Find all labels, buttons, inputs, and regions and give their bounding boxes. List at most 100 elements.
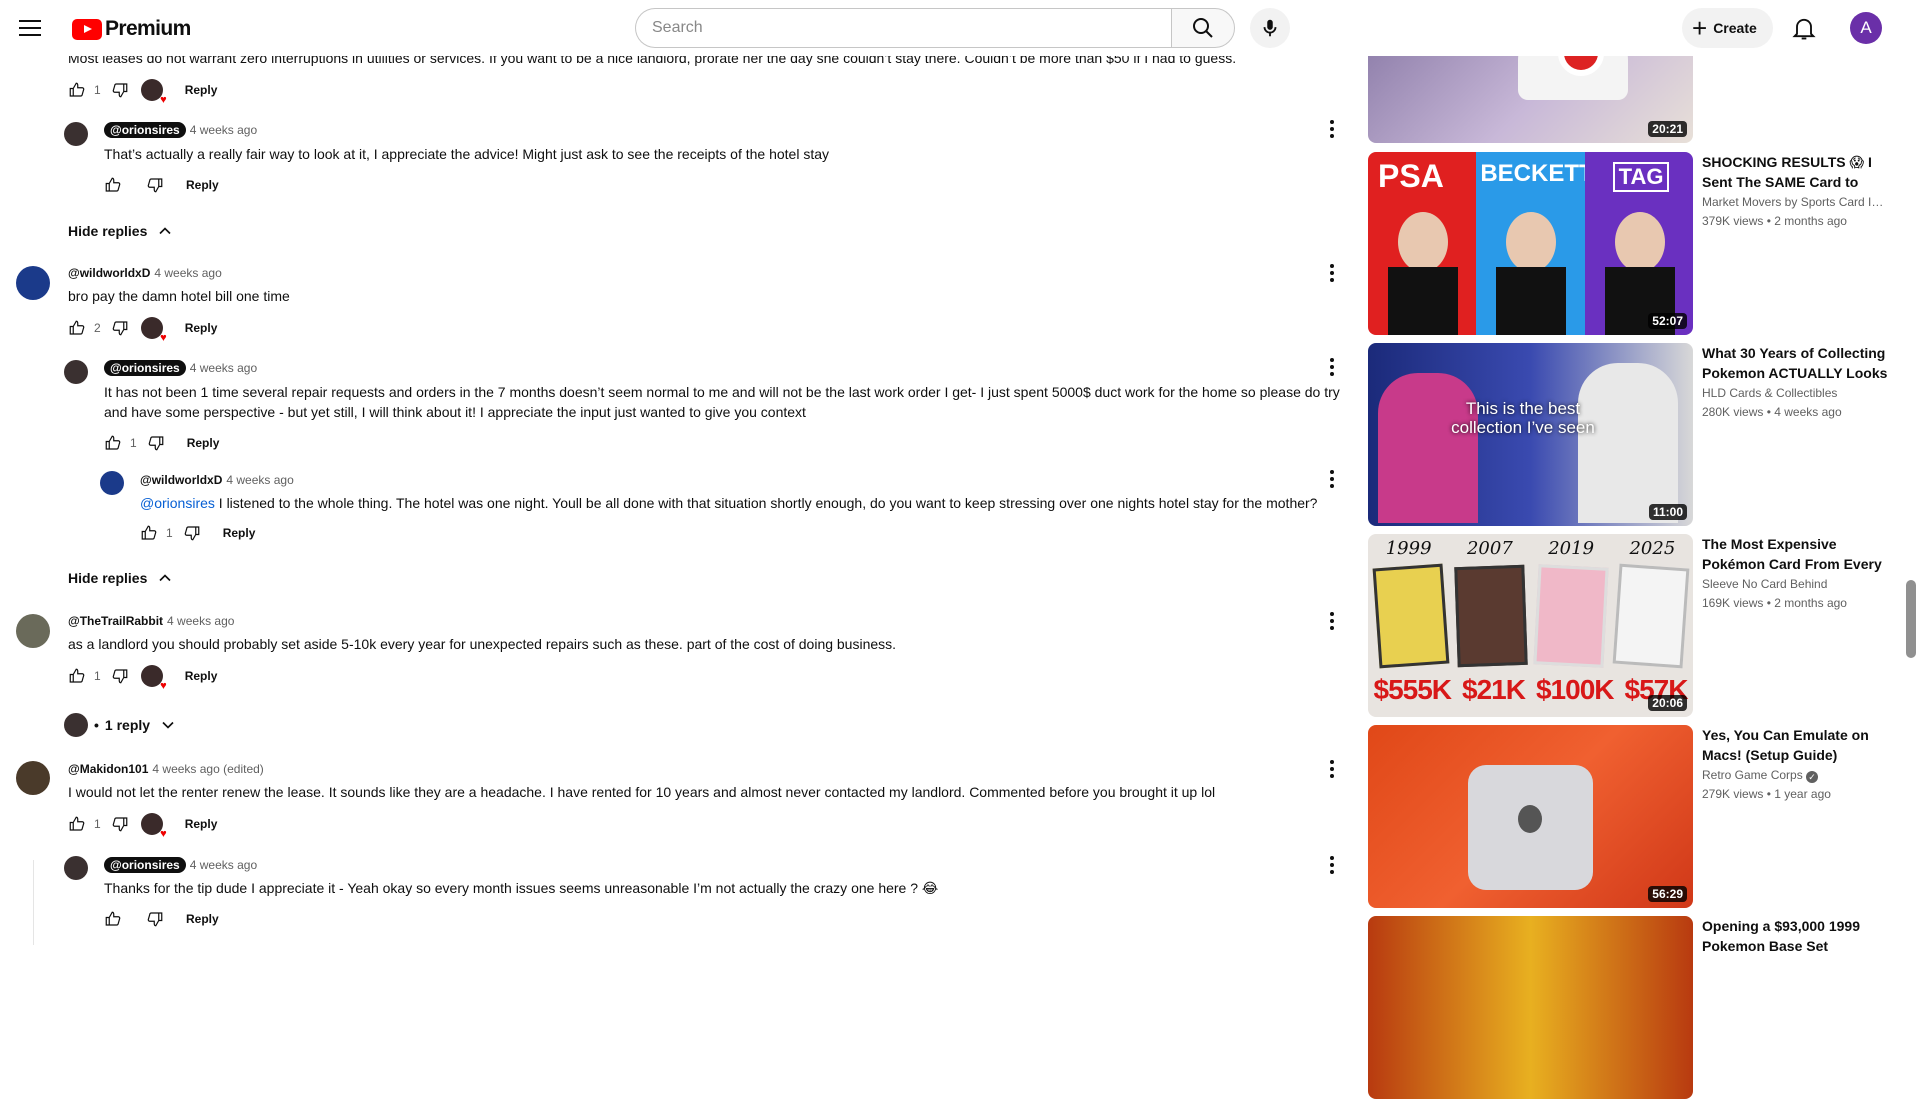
comment-avatar[interactable] (16, 614, 50, 648)
menu-icon[interactable] (18, 16, 42, 40)
video-duration: 20:06 (1648, 695, 1687, 711)
thumbs-up-icon[interactable] (68, 667, 86, 685)
comment-avatar[interactable] (16, 266, 50, 300)
thumbs-down-icon[interactable] (146, 176, 164, 194)
comment-author[interactable]: @Makidon101 4 weeks ago (edited) (68, 760, 264, 778)
more-actions-icon[interactable] (1320, 117, 1344, 141)
reply-button[interactable]: Reply (179, 432, 228, 454)
thumbs-down-icon[interactable] (183, 524, 201, 542)
video-title[interactable]: The Most Expensive Pokémon Card From Eve… (1702, 534, 1888, 574)
comment-text: Thanks for the tip dude I appreciate it … (104, 880, 939, 896)
thumbs-down-icon[interactable] (111, 81, 129, 99)
video-thumbnail[interactable]: 1999 2007 2019 2025 $555K $21K $100K $57K 20:0… (1368, 534, 1693, 717)
video-channel[interactable]: Market Movers by Sports Card In... (1702, 195, 1888, 209)
comment-author[interactable]: @orionsires 4 weeks ago (104, 856, 257, 874)
chevron-up-icon (159, 227, 171, 235)
more-actions-icon[interactable] (1320, 467, 1344, 491)
top-header: Premium + Create A (0, 0, 1920, 56)
thumbs-up-icon[interactable] (104, 176, 122, 194)
thumbs-up-icon[interactable] (140, 524, 158, 542)
more-actions-icon[interactable] (1320, 853, 1344, 877)
replier-avatar (64, 713, 88, 737)
comment-avatar[interactable] (100, 471, 124, 495)
comment-text-line: and have some perspective - but yet stil… (104, 404, 806, 420)
comment-avatar[interactable] (16, 761, 50, 795)
thumbnail-art: TAG (1584, 152, 1693, 335)
comment-text: That’s actually a really fair way to loo… (104, 146, 829, 162)
thumbs-down-icon[interactable] (111, 667, 129, 685)
comment-time: 4 weeks ago (154, 266, 222, 280)
reply-button[interactable]: Reply (215, 522, 264, 544)
thumbs-up-icon[interactable] (68, 81, 86, 99)
youtube-premium-logo[interactable]: Premium (72, 17, 191, 41)
thumbs-down-icon[interactable] (147, 434, 165, 452)
reply-button[interactable]: Reply (177, 665, 226, 687)
hide-replies-button[interactable]: Hide replies (68, 221, 175, 241)
thumbnail-art (1612, 563, 1690, 669)
video-thumbnail[interactable] (1368, 916, 1693, 1099)
comment-author[interactable]: @TheTrailRabbit 4 weeks ago (68, 612, 234, 630)
thumbs-down-icon[interactable] (111, 319, 129, 337)
thumbs-down-icon[interactable] (146, 910, 164, 928)
comment-time: 4 weeks ago (226, 473, 294, 487)
video-title[interactable]: Opening a $93,000 1999 Pokemon Base Set (1702, 916, 1888, 956)
bell-icon (1792, 18, 1816, 40)
video-meta: 279K views • 1 year ago (1702, 787, 1831, 801)
video-title[interactable]: SHOCKING RESULTS 😱 I Sent The SAME Card … (1702, 152, 1888, 192)
video-duration: 20:21 (1648, 121, 1687, 137)
comment-author[interactable]: @wildworldxD 4 weeks ago (68, 264, 222, 282)
search-input[interactable] (635, 8, 1172, 48)
video-title[interactable]: What 30 Years of Collecting Pokemon ACTU… (1702, 343, 1888, 383)
thumbs-up-icon[interactable] (68, 319, 86, 337)
video-meta: 169K views • 2 months ago (1702, 596, 1847, 610)
reply-button[interactable]: Reply (177, 79, 226, 101)
reply-button[interactable]: Reply (177, 813, 226, 835)
comment-avatar[interactable] (64, 360, 88, 384)
video-thumbnail[interactable]: PSA BECKETT TAG 52:07 (1368, 152, 1693, 335)
page-scrollbar[interactable] (1906, 580, 1916, 658)
hide-replies-button[interactable]: Hide replies (68, 568, 175, 588)
video-thumbnail[interactable]: 56:29 (1368, 725, 1693, 908)
thumbs-down-icon[interactable] (111, 815, 129, 833)
comment-author[interactable]: @orionsires 4 weeks ago (104, 359, 257, 377)
notifications-button[interactable] (1790, 14, 1818, 42)
thumbnail-art (1372, 563, 1450, 669)
video-channel[interactable]: HLD Cards & Collectibles (1702, 386, 1888, 400)
video-title[interactable]: Yes, You Can Emulate on Macs! (Setup Gui… (1702, 725, 1888, 765)
thumbs-up-icon[interactable] (104, 434, 122, 452)
reply-button[interactable]: Reply (177, 317, 226, 339)
video-channel[interactable]: Sleeve No Card Behind (1702, 577, 1888, 591)
video-duration: 11:00 (1648, 504, 1687, 520)
thumbnail-art (1398, 212, 1448, 272)
related-videos: 20:21 PSA BECKETT TAG 52:07 SHOCKING RES… (1368, 0, 1888, 1099)
creator-heart-icon (140, 813, 167, 840)
like-count: 1 (94, 817, 101, 831)
thumbnail-caption: This is the best collection I’ve seen (1451, 399, 1595, 437)
more-actions-icon[interactable] (1320, 609, 1344, 633)
video-meta: 280K views • 4 weeks ago (1702, 405, 1842, 419)
reply-button[interactable]: Reply (178, 908, 227, 930)
comment-time: 4 weeks ago (189, 361, 258, 375)
comment-text: @orionsires I listened to the whole thin… (140, 495, 1318, 511)
search-button[interactable] (1171, 8, 1235, 48)
comment-avatar[interactable] (64, 122, 88, 146)
video-channel[interactable]: Retro Game Corps ✓ (1702, 768, 1888, 783)
video-thumbnail[interactable]: This is the best collection I’ve seen 11… (1368, 343, 1693, 526)
plus-icon: + (1692, 13, 1708, 43)
account-avatar[interactable]: A (1850, 12, 1882, 44)
comment-avatar[interactable] (64, 856, 88, 880)
more-actions-icon[interactable] (1320, 757, 1344, 781)
create-button[interactable]: + Create (1682, 8, 1773, 48)
show-replies-button[interactable]: • 1 reply (64, 713, 178, 737)
comment-author[interactable]: @orionsires 4 weeks ago (104, 121, 257, 139)
voice-search-button[interactable] (1250, 8, 1290, 48)
comment-author[interactable]: @wildworldxD 4 weeks ago (140, 471, 294, 489)
creator-heart-icon (140, 79, 167, 106)
user-mention-link[interactable]: @orionsires (140, 495, 215, 511)
thumbs-up-icon[interactable] (68, 815, 86, 833)
comment-actions: 1 Reply (68, 664, 226, 692)
more-actions-icon[interactable] (1320, 355, 1344, 379)
more-actions-icon[interactable] (1320, 261, 1344, 285)
reply-button[interactable]: Reply (178, 174, 227, 196)
thumbs-up-icon[interactable] (104, 910, 122, 928)
